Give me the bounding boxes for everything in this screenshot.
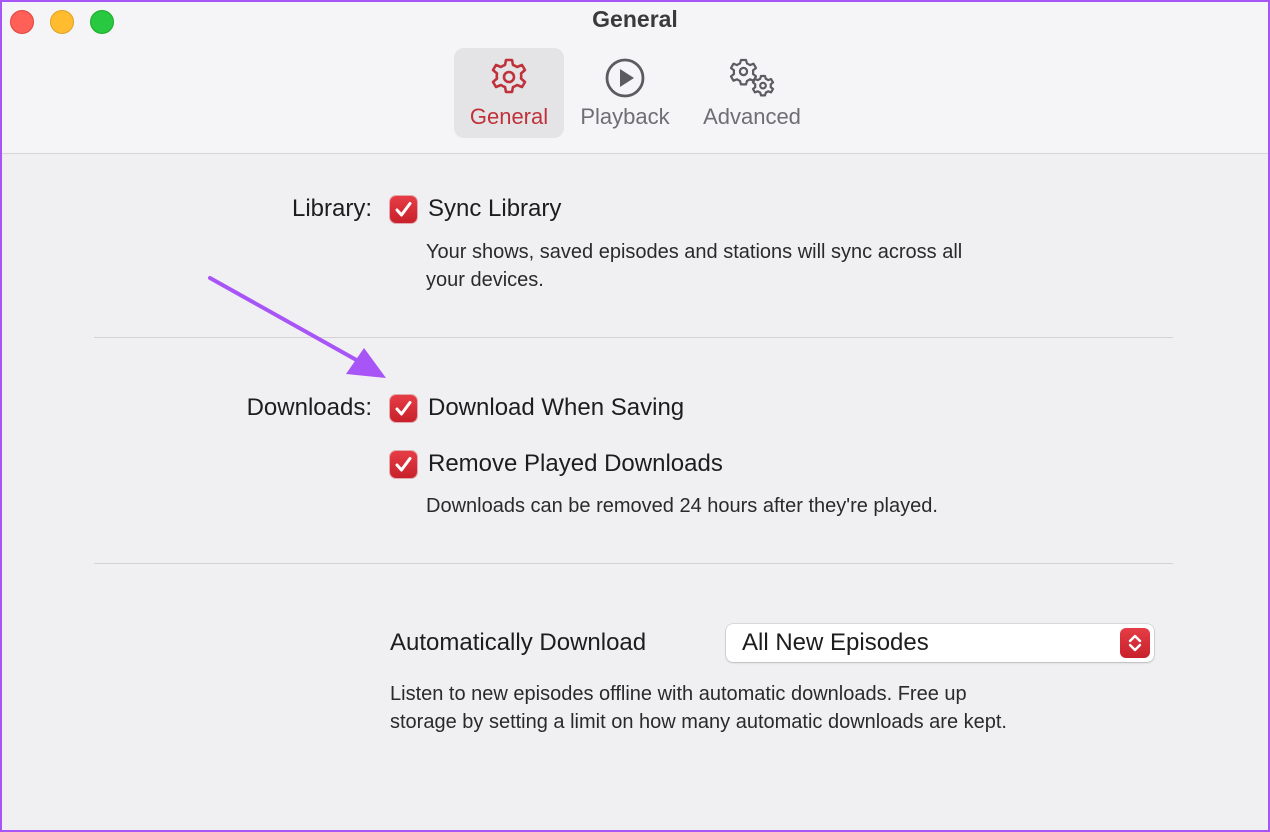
tab-advanced[interactable]: Advanced: [692, 48, 812, 138]
library-description-line: Your shows, saved episodes and stations …: [426, 241, 963, 263]
remove-played-downloads-checkbox[interactable]: [390, 451, 417, 478]
section-divider: [94, 337, 1173, 338]
library-description: Your shows, saved episodes and stations …: [426, 238, 962, 294]
checkmark-icon: [395, 457, 412, 472]
download-when-saving-checkbox[interactable]: [390, 395, 417, 422]
chevron-up-down-icon: [1128, 634, 1142, 652]
gears-icon: [722, 56, 782, 105]
tab-label: General: [469, 104, 549, 129]
section-divider: [94, 563, 1173, 564]
toolbar: General General Playback Advanced: [2, 2, 1268, 154]
window-title: General: [592, 6, 678, 32]
auto-download-popup[interactable]: All New Episodes: [726, 624, 1154, 662]
tab-label: Advanced: [703, 104, 801, 129]
preferences-window: General General Playback Advanced Librar…: [2, 2, 1268, 830]
download-when-saving-label[interactable]: Download When Saving: [428, 394, 684, 422]
auto-download-description-line: storage by setting a limit on how many a…: [390, 711, 1007, 733]
tab-general[interactable]: General: [454, 48, 564, 138]
sync-library-label[interactable]: Sync Library: [428, 195, 561, 223]
auto-download-label: Automatically Download: [390, 629, 647, 656]
annotation-arrow-head: [346, 348, 386, 378]
sync-library-checkbox[interactable]: [390, 196, 417, 223]
gear-icon: [487, 56, 531, 105]
tab-playback[interactable]: Playback: [570, 48, 680, 138]
checkmark-icon: [395, 202, 412, 217]
remove-played-description: Downloads can be removed 24 hours after …: [426, 495, 938, 517]
checkmark-icon: [395, 401, 412, 416]
tab-label: Playback: [580, 104, 670, 129]
remove-played-downloads-label[interactable]: Remove Played Downloads: [428, 450, 723, 478]
popup-stepper[interactable]: [1120, 628, 1150, 658]
auto-download-description: Listen to new episodes offline with auto…: [390, 680, 1007, 736]
library-label: Library:: [291, 195, 372, 222]
library-description-line: your devices.: [426, 269, 544, 291]
play-circle-icon: [603, 56, 647, 105]
auto-download-description-line: Listen to new episodes offline with auto…: [390, 683, 967, 705]
downloads-label: Downloads:: [246, 394, 372, 421]
auto-download-selected: All New Episodes: [742, 629, 929, 656]
annotation-arrow-shaft: [208, 276, 362, 364]
